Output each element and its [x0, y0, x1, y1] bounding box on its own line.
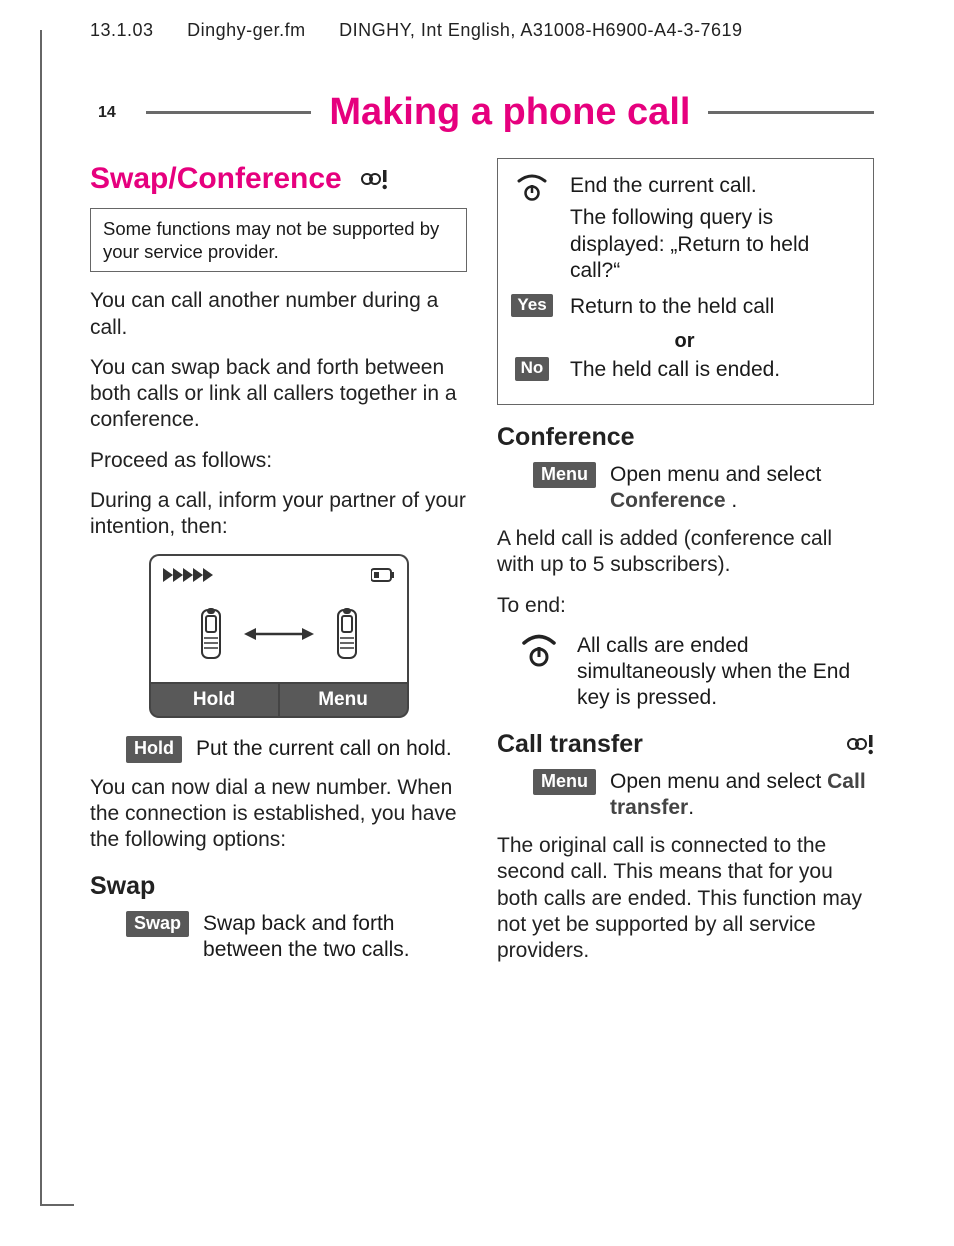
paragraph: To end: — [497, 593, 874, 619]
swap-pill: Swap — [126, 911, 189, 938]
swap-heading: Swap — [90, 872, 467, 901]
or-divider: or — [508, 330, 861, 353]
title-bar: 14 Making a phone call — [90, 91, 874, 134]
no-pill: No — [515, 357, 550, 380]
page-title: Making a phone call — [329, 91, 690, 134]
network-service-icon — [844, 732, 874, 756]
handset-a-icon — [196, 608, 226, 660]
hold-action: Hold Put the current call on hold. — [126, 736, 467, 763]
call-transfer-menu-action: Menu Open menu and select Call transfer. — [533, 769, 874, 822]
doc-header: 13.1.03 Dinghy-ger.fm DINGHY, Int Englis… — [90, 20, 874, 41]
conference-menu-action: Menu Open menu and select Conference . — [533, 462, 874, 515]
end-call-box: End the current call. The following quer… — [497, 158, 874, 405]
conference-heading: Conference — [497, 423, 874, 452]
end-call-text: End the current call. The following quer… — [570, 173, 861, 284]
swap-arrow-icon — [244, 625, 314, 643]
phone-screen-graphic: Hold Menu — [149, 554, 409, 718]
paragraph: You can now dial a new number. When the … — [90, 775, 467, 854]
battery-icon — [371, 568, 395, 582]
paragraph: The original call is connected to the se… — [497, 833, 874, 964]
end-key-icon — [519, 633, 559, 667]
call-transfer-heading: Call transfer — [497, 730, 874, 759]
swap-action-text: Swap back and forth between the two call… — [203, 911, 467, 964]
hold-action-text: Put the current call on hold. — [196, 736, 452, 762]
menu-pill: Menu — [533, 462, 596, 489]
yes-text: Return to the held call — [570, 294, 774, 320]
call-transfer-menu-text: Open menu and select Call transfer. — [610, 769, 874, 822]
conference-menu-text: Open menu and select Conference . — [610, 462, 874, 515]
conference-end-action: All calls are ended simultaneously when … — [515, 633, 874, 712]
provider-note: Some functions may not be supported by y… — [90, 208, 467, 272]
paragraph: You can swap back and forth between both… — [90, 355, 467, 434]
page-number: 14 — [98, 104, 116, 122]
signal-icon — [163, 564, 219, 586]
end-key-icon — [515, 173, 549, 201]
softkey-hold: Hold — [149, 682, 279, 718]
network-service-icon — [358, 167, 388, 191]
paragraph: During a call, inform your partner of yo… — [90, 488, 467, 541]
yes-pill: Yes — [511, 294, 552, 317]
paragraph: You can call another number during a cal… — [90, 288, 467, 341]
menu-pill: Menu — [533, 769, 596, 796]
paragraph: Proceed as follows: — [90, 448, 467, 474]
doc-id: DINGHY, Int English, A31008-H6900-A4-3-7… — [339, 20, 742, 40]
swap-action: Swap Swap back and forth between the two… — [126, 911, 467, 964]
doc-date: 13.1.03 — [90, 20, 154, 40]
doc-file: Dinghy-ger.fm — [187, 20, 306, 40]
softkey-menu: Menu — [279, 682, 409, 718]
paragraph: A held call is added (conference call wi… — [497, 526, 874, 579]
no-text: The held call is ended. — [570, 357, 780, 383]
conference-end-text: All calls are ended simultaneously when … — [577, 633, 874, 712]
handset-b-icon — [332, 608, 362, 660]
hold-pill: Hold — [126, 736, 182, 763]
section-swap-conference: Swap/Conference — [90, 162, 467, 196]
